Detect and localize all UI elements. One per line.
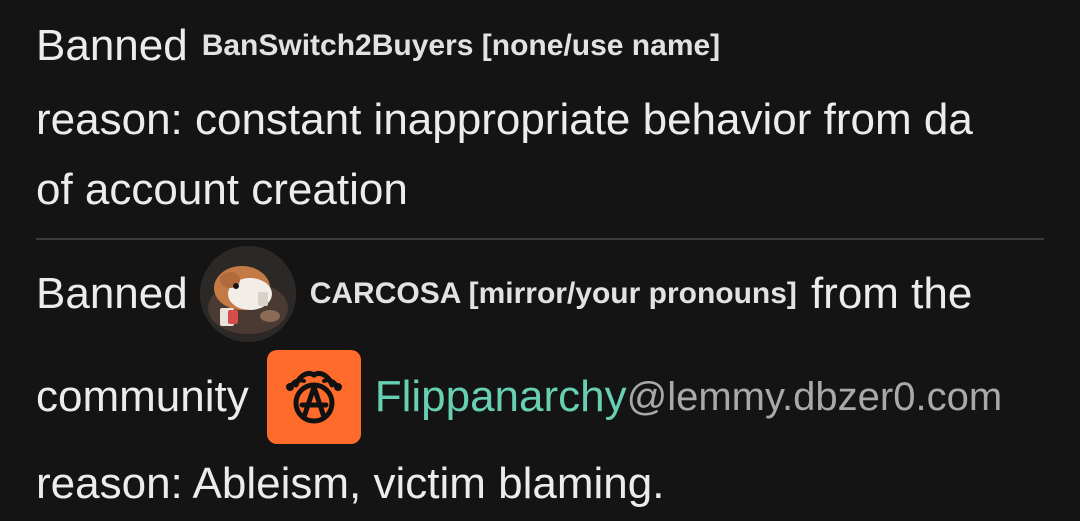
entry1-reason-line2: of account creation [36, 168, 408, 212]
entry1-user-link[interactable]: BanSwitch2Buyers [none/use name] [202, 31, 720, 61]
guinea-pig-avatar-icon[interactable] [199, 246, 296, 342]
entry2-ban-line: Banned CARCOSA [mirror/your pronouns] fr… [36, 246, 972, 342]
entry2-user-link[interactable]: CARCOSA [mirror/your pronouns] [310, 279, 797, 309]
entry2-action: Banned [36, 269, 188, 318]
entry2-reason-text: reason: Ableism, victim blaming. [36, 459, 665, 508]
entry1-reason-text1: reason: constant inappropriate behavior … [36, 95, 973, 144]
entry-divider [36, 238, 1044, 240]
entry2-community-line: community Flippanarchy @lemmy.dbzer0.com [36, 350, 1002, 444]
modlog-screen: { "entry1": { "action": "Banned", "user"… [0, 0, 1080, 521]
entry2-from-text: from the [810, 269, 973, 318]
entry1-reason-text2: of account creation [36, 165, 408, 214]
entry1-action: Banned [36, 21, 188, 70]
entry2-reason-line: reason: Ableism, victim blaming. [36, 462, 664, 506]
community-instance[interactable]: @lemmy.dbzer0.com [627, 377, 1003, 417]
community-link[interactable]: Flippanarchy [375, 375, 627, 419]
modlog-list: Banned BanSwitch2Buyers [none/use name] … [36, 0, 1044, 521]
entry2-community-label: community [36, 372, 249, 421]
entry1-reason-line1: reason: constant inappropriate behavior … [36, 98, 973, 142]
entry1-ban-line: Banned BanSwitch2Buyers [none/use name] [36, 24, 720, 68]
jester-anarchy-icon[interactable] [266, 350, 361, 444]
